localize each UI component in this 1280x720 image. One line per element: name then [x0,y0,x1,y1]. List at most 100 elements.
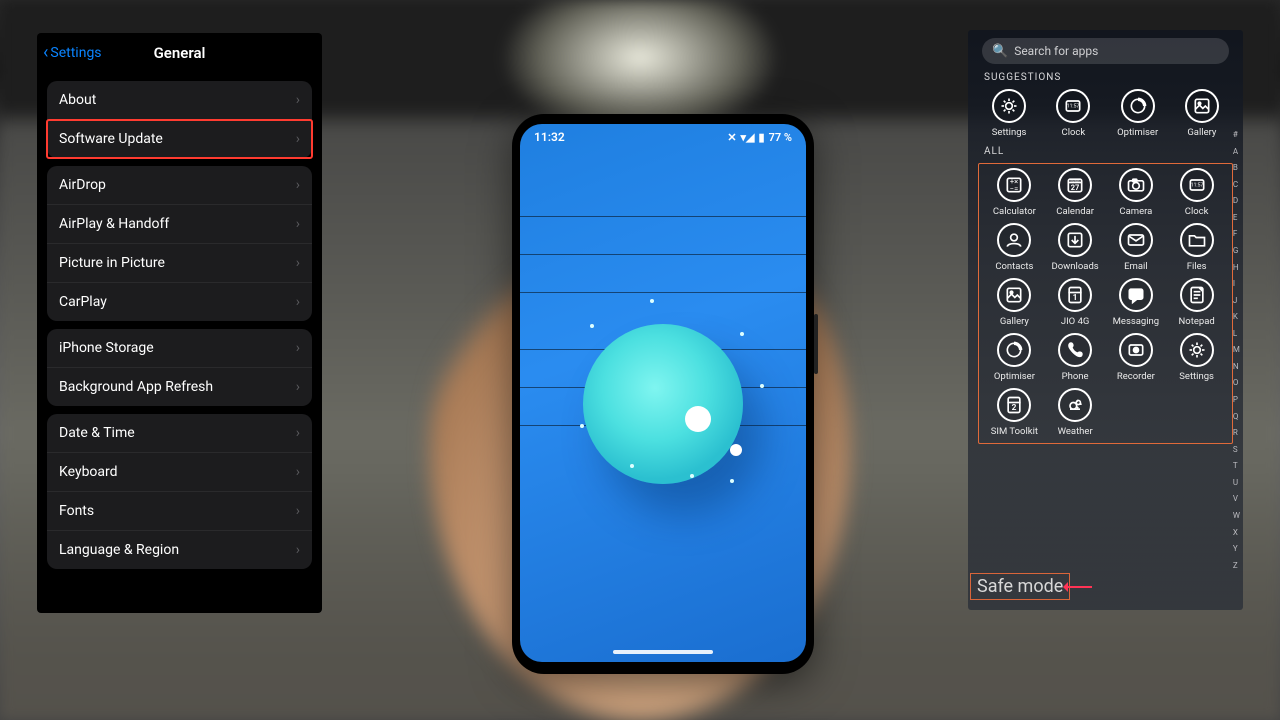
row-label: Fonts [59,503,94,519]
settings-row-software-update[interactable]: Software Update› [47,120,312,158]
settings-row-airdrop[interactable]: AirDrop› [47,166,312,205]
safe-mode-badge: Safe mode [970,573,1070,600]
settings-row-keyboard[interactable]: Keyboard› [47,453,312,492]
weather-icon [1058,388,1092,422]
index-Q[interactable]: Q [1233,412,1240,421]
app-label: Gallery [1187,127,1216,138]
app-jio-4g[interactable]: 1JIO 4G [1046,278,1105,327]
index-K[interactable]: K [1233,312,1240,321]
settings-row-airplay-handoff[interactable]: AirPlay & Handoff› [47,205,312,244]
app-gallery[interactable]: Gallery [985,278,1044,327]
index-J[interactable]: J [1233,296,1240,305]
index-F[interactable]: F [1233,229,1240,238]
index-U[interactable]: U [1233,478,1240,487]
index-E[interactable]: E [1233,213,1240,222]
rec-icon [1119,333,1153,367]
index-W[interactable]: W [1233,511,1240,520]
sim-icon: 1 [1058,278,1092,312]
app-files[interactable]: Files [1167,223,1226,272]
app-clock[interactable]: 11:57Clock [1042,89,1104,138]
app-sim-toolkit[interactable]: 2SIM Toolkit [985,388,1044,437]
index-X[interactable]: X [1233,528,1240,537]
svg-text:11:57: 11:57 [1190,183,1203,189]
settings-row-about[interactable]: About› [47,81,312,120]
index-Y[interactable]: Y [1233,544,1240,553]
chevron-right-icon: › [296,464,300,480]
app-label: Camera [1119,206,1152,217]
app-optimiser[interactable]: Optimiser [1107,89,1169,138]
clock-icon: 11:57 [1180,168,1214,202]
chevron-right-icon: › [296,425,300,441]
index-N[interactable]: N [1233,362,1240,371]
chevron-right-icon: › [296,131,300,147]
svg-text:2: 2 [1012,403,1017,413]
gear-icon [1180,333,1214,367]
settings-row-fonts[interactable]: Fonts› [47,492,312,531]
app-clock[interactable]: 11:57Clock [1167,168,1226,217]
app-label: Weather [1058,426,1093,437]
phone-screen: 11:32 ✕ ▾◢ ▮ 77 % [520,124,806,662]
app-recorder[interactable]: Recorder [1107,333,1166,382]
app-calendar[interactable]: Monday27 Calendar [1046,168,1105,217]
app-label: Optimiser [994,371,1035,382]
settings-row-background-app-refresh[interactable]: Background App Refresh› [47,368,312,406]
svg-text:−=: −= [1010,184,1018,193]
chevron-right-icon: › [296,216,300,232]
index-R[interactable]: R [1233,428,1240,437]
index-O[interactable]: O [1233,378,1240,387]
app-label: Clock [1062,127,1086,138]
app-phone[interactable]: Phone [1046,333,1105,382]
row-label: AirDrop [59,177,106,193]
dnd-icon: ✕ [727,131,736,144]
app-calculator[interactable]: +×−=Calculator [985,168,1044,217]
row-label: CarPlay [59,294,107,310]
index-#[interactable]: # [1233,130,1240,139]
app-camera[interactable]: Camera [1107,168,1166,217]
search-apps-input[interactable]: 🔍 Search for apps [982,38,1229,64]
wallpaper-orb [583,324,743,484]
index-M[interactable]: M [1233,345,1240,354]
index-L[interactable]: L [1233,329,1240,338]
app-label: Notepad [1179,316,1215,327]
app-settings[interactable]: Settings [1167,333,1226,382]
all-apps-highlight: +×−=Calculator Monday27 Calendar Camera 11:5… [978,163,1233,444]
settings-row-picture-in-picture[interactable]: Picture in Picture› [47,244,312,283]
status-bar: 11:32 ✕ ▾◢ ▮ 77 % [520,124,806,146]
search-icon: 🔍 [992,44,1008,59]
ios-general-settings: ‹ Settings General About›Software Update… [37,33,322,613]
home-indicator[interactable] [613,650,713,654]
index-Z[interactable]: Z [1233,561,1240,570]
app-notepad[interactable]: Notepad [1167,278,1226,327]
settings-row-carplay[interactable]: CarPlay› [47,283,312,321]
app-gallery[interactable]: Gallery [1171,89,1233,138]
index-G[interactable]: G [1233,246,1240,255]
app-optimiser[interactable]: Optimiser [985,333,1044,382]
index-B[interactable]: B [1233,163,1240,172]
sim-icon: 2 [997,388,1031,422]
app-label: Settings [1179,371,1214,382]
index-V[interactable]: V [1233,494,1240,503]
index-C[interactable]: C [1233,180,1240,189]
index-P[interactable]: P [1233,395,1240,404]
app-weather[interactable]: Weather [1046,388,1105,437]
alpha-scroll-index[interactable]: # ABCDEFGHIJKLMNOPQRSTUVWXYZ [1233,130,1240,570]
index-H[interactable]: H [1233,263,1240,272]
settings-row-iphone-storage[interactable]: iPhone Storage› [47,329,312,368]
gallery-icon [1185,89,1219,123]
index-S[interactable]: S [1233,445,1240,454]
suggestions-label: SUGGESTIONS [984,72,1237,83]
app-messaging[interactable]: Messaging [1107,278,1166,327]
settings-row-language-region[interactable]: Language & Region› [47,531,312,569]
index-I[interactable]: I [1233,279,1240,288]
app-label: Calendar [1056,206,1094,217]
index-A[interactable]: A [1233,147,1240,156]
cal-icon: Monday27 [1058,168,1092,202]
settings-row-date-time[interactable]: Date & Time› [47,414,312,453]
app-settings[interactable]: Settings [978,89,1040,138]
app-contacts[interactable]: Contacts [985,223,1044,272]
index-T[interactable]: T [1233,461,1240,470]
app-downloads[interactable]: Downloads [1046,223,1105,272]
app-email[interactable]: Email [1107,223,1166,272]
index-D[interactable]: D [1233,196,1240,205]
app-label: Phone [1062,371,1089,382]
